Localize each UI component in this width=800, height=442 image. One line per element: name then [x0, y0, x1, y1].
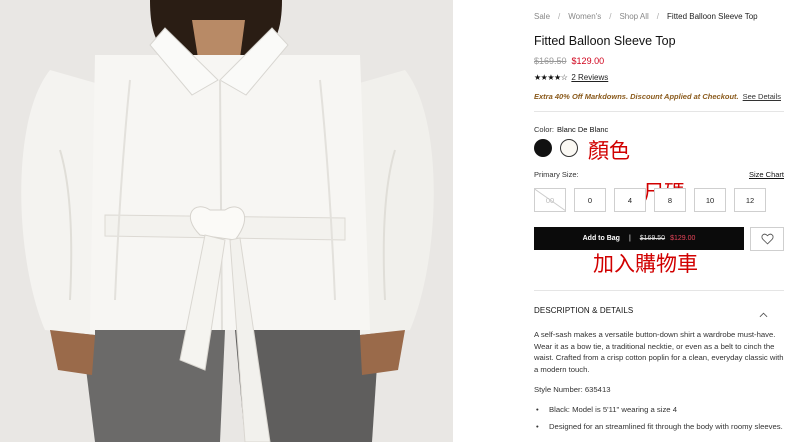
product-details: Sale / Women's / Shop All / Fitted Balloon Sle…: [534, 0, 784, 442]
price-row: $169.50 $129.00: [534, 56, 604, 66]
detail-bullet: Black: Model is 5'11" wearing a size 4: [534, 404, 784, 416]
rating-row: ★★★★☆ 2 Reviews: [534, 73, 608, 82]
breadcrumb-separator: /: [558, 12, 561, 21]
size-option-8[interactable]: 8: [654, 188, 686, 212]
detail-bullet: Designed for an streamlined fit through …: [534, 421, 784, 433]
reviews-link[interactable]: 2 Reviews: [571, 73, 608, 82]
breadcrumb-separator: /: [656, 12, 660, 21]
original-price: $169.50: [534, 56, 567, 66]
description-toggle[interactable]: [759, 305, 768, 323]
size-option-12[interactable]: 12: [734, 188, 766, 212]
sale-price: $129.00: [571, 56, 605, 66]
chevron-up-icon: [759, 312, 768, 318]
size-option-10[interactable]: 10: [694, 188, 726, 212]
promo-text: Extra 40% Off Markdowns. Discount Applie…: [534, 92, 739, 101]
add-to-bag-label: Add to Bag: [582, 235, 620, 242]
breadcrumb-shop-all[interactable]: Shop All: [619, 12, 648, 21]
breadcrumb: Sale / Women's / Shop All / Fitted Balloon Sle…: [534, 12, 758, 21]
color-value: Blanc De Blanc: [557, 125, 609, 134]
description-header[interactable]: DESCRIPTION & DETAILS: [534, 306, 633, 315]
size-chart-link[interactable]: Size Chart: [749, 170, 784, 179]
style-number: Style Number: 635413: [534, 385, 611, 394]
color-label-row: Color: Blanc De Blanc: [534, 125, 608, 134]
add-to-bag-old-price: $169.50: [639, 235, 666, 242]
heart-icon: [760, 233, 774, 245]
divider: [534, 111, 784, 112]
breadcrumb-womens[interactable]: Women's: [568, 12, 601, 21]
product-photo-illustration: [0, 0, 453, 442]
breadcrumb-sale[interactable]: Sale: [534, 12, 550, 21]
breadcrumb-current: Fitted Balloon Sleeve Top: [667, 12, 758, 21]
description-body: A self-sash makes a versatile button-dow…: [534, 330, 784, 374]
size-label: Primary Size:: [534, 170, 579, 179]
add-to-bag-button[interactable]: Add to Bag | $169.50 $129.00: [534, 227, 744, 250]
star-rating: ★★★★☆: [534, 73, 568, 82]
add-to-bag-separator: |: [628, 235, 631, 242]
product-image[interactable]: [0, 0, 453, 442]
see-details-link[interactable]: See Details: [743, 92, 781, 101]
wishlist-button[interactable]: [750, 227, 784, 251]
add-to-bag-new-price: $129.00: [670, 235, 696, 242]
divider: [534, 290, 784, 291]
swatch-blanc-de-blanc[interactable]: [560, 139, 578, 157]
promo-message: Extra 40% Off Markdowns. Discount Applie…: [534, 92, 781, 101]
product-title: Fitted Balloon Sleeve Top: [534, 34, 676, 48]
details-list: Black: Model is 5'11" wearing a size 4 D…: [534, 404, 784, 437]
breadcrumb-separator: /: [609, 12, 612, 21]
swatch-black[interactable]: [534, 139, 552, 157]
size-option-4[interactable]: 4: [614, 188, 646, 212]
color-label: Color:: [534, 125, 555, 134]
size-option-00[interactable]: 00: [534, 188, 566, 212]
size-option-0[interactable]: 0: [574, 188, 606, 212]
